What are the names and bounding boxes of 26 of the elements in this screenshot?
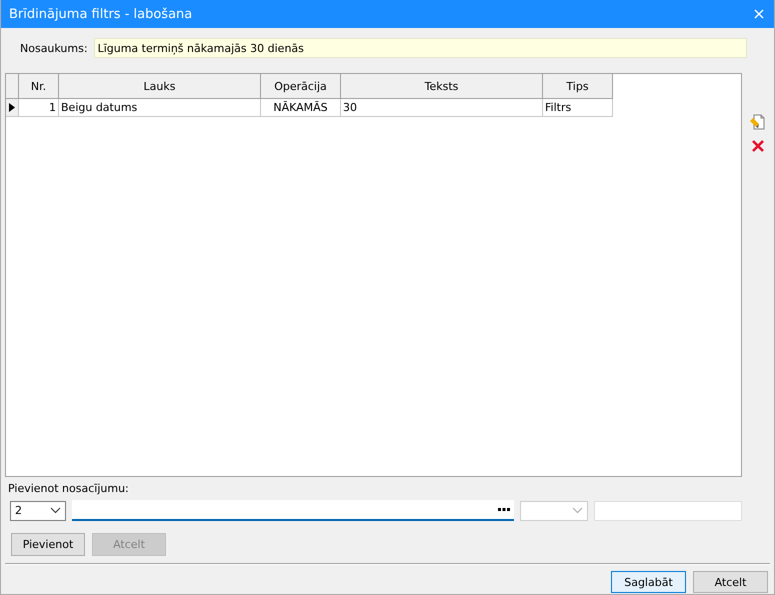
column-header[interactable]: Operācija <box>260 74 340 98</box>
table-cell: 1 <box>18 98 58 116</box>
value-field[interactable] <box>594 500 742 520</box>
close-icon[interactable] <box>754 9 764 19</box>
edit-document-icon[interactable] <box>749 113 768 131</box>
field-selector[interactable] <box>72 500 514 521</box>
column-header[interactable]: Lauks <box>58 74 260 98</box>
chevron-down-icon <box>50 507 61 514</box>
column-header[interactable]: Nr. <box>18 74 58 98</box>
table-cell: NĀKAMĀS <box>260 98 340 116</box>
cancel-button[interactable]: Atcelt <box>693 571 768 593</box>
field-label: Nosaukums: <box>20 42 88 54</box>
table-cell: Filtrs <box>542 98 612 116</box>
ellipsis-icon[interactable] <box>498 508 510 511</box>
column-header[interactable]: Teksts <box>340 74 542 98</box>
save-button[interactable]: Saglabāt <box>611 571 686 593</box>
row-header[interactable] <box>6 98 18 116</box>
table-cell: Beigu datums <box>58 98 260 116</box>
number-dropdown[interactable]: 2 <box>10 500 66 520</box>
chevron-down-icon <box>572 507 583 514</box>
add-button[interactable]: Pievienot <box>11 533 85 556</box>
name-field[interactable]: Līguma termiņš nākamajās 30 dienās <box>94 38 747 58</box>
section-label: Pievienot nosacījumu: <box>7 481 130 496</box>
window-title: Brīdinājuma filtrs - labošana <box>9 6 192 22</box>
column-header[interactable]: Tips <box>542 74 612 98</box>
table-cell: 30 <box>340 98 542 116</box>
